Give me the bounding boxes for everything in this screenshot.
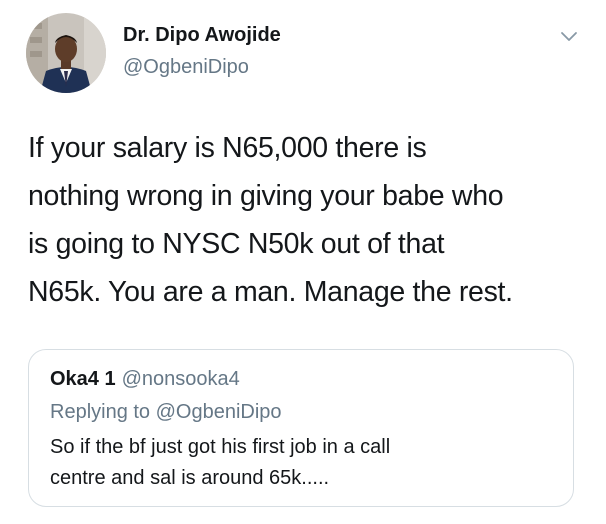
quoted-tweet[interactable]: Oka4 1 @nonsooka4 Replying to @OgbeniDipo… bbox=[28, 349, 574, 507]
tweet-text-line: N65k. You are a man. Manage the rest. bbox=[28, 276, 513, 308]
profile-photo-icon bbox=[26, 13, 106, 93]
tweet-text-line: If your salary is N65,000 there is bbox=[28, 132, 427, 164]
tweet-card: Dr. Dipo Awojide @OgbeniDipo If your sal… bbox=[0, 0, 606, 524]
quoted-tweet-text: So if the bf just got his first job in a… bbox=[50, 432, 550, 494]
author-handle[interactable]: @OgbeniDipo bbox=[123, 56, 249, 79]
author-display-name[interactable]: Dr. Dipo Awojide bbox=[123, 24, 281, 47]
quoted-tweet-display-name: Oka4 1 bbox=[50, 368, 116, 390]
tweet-text-line: nothing wrong in giving your babe who bbox=[28, 180, 504, 212]
quoted-tweet-handle: @nonsooka4 bbox=[121, 368, 240, 390]
chevron-down-icon[interactable] bbox=[560, 30, 578, 44]
quoted-tweet-author: Oka4 1 @nonsooka4 bbox=[50, 368, 240, 391]
tweet-text: If your salary is N65,000 there is nothi… bbox=[28, 124, 588, 316]
tweet-text-line: is going to NYSC N50k out of that bbox=[28, 228, 445, 260]
author-avatar[interactable] bbox=[26, 13, 106, 93]
quoted-tweet-text-line: So if the bf just got his first job in a… bbox=[50, 436, 391, 458]
quoted-tweet-replying-to: Replying to @OgbeniDipo bbox=[50, 401, 282, 423]
quoted-tweet-text-line: centre and sal is around 65k..... bbox=[50, 467, 330, 489]
